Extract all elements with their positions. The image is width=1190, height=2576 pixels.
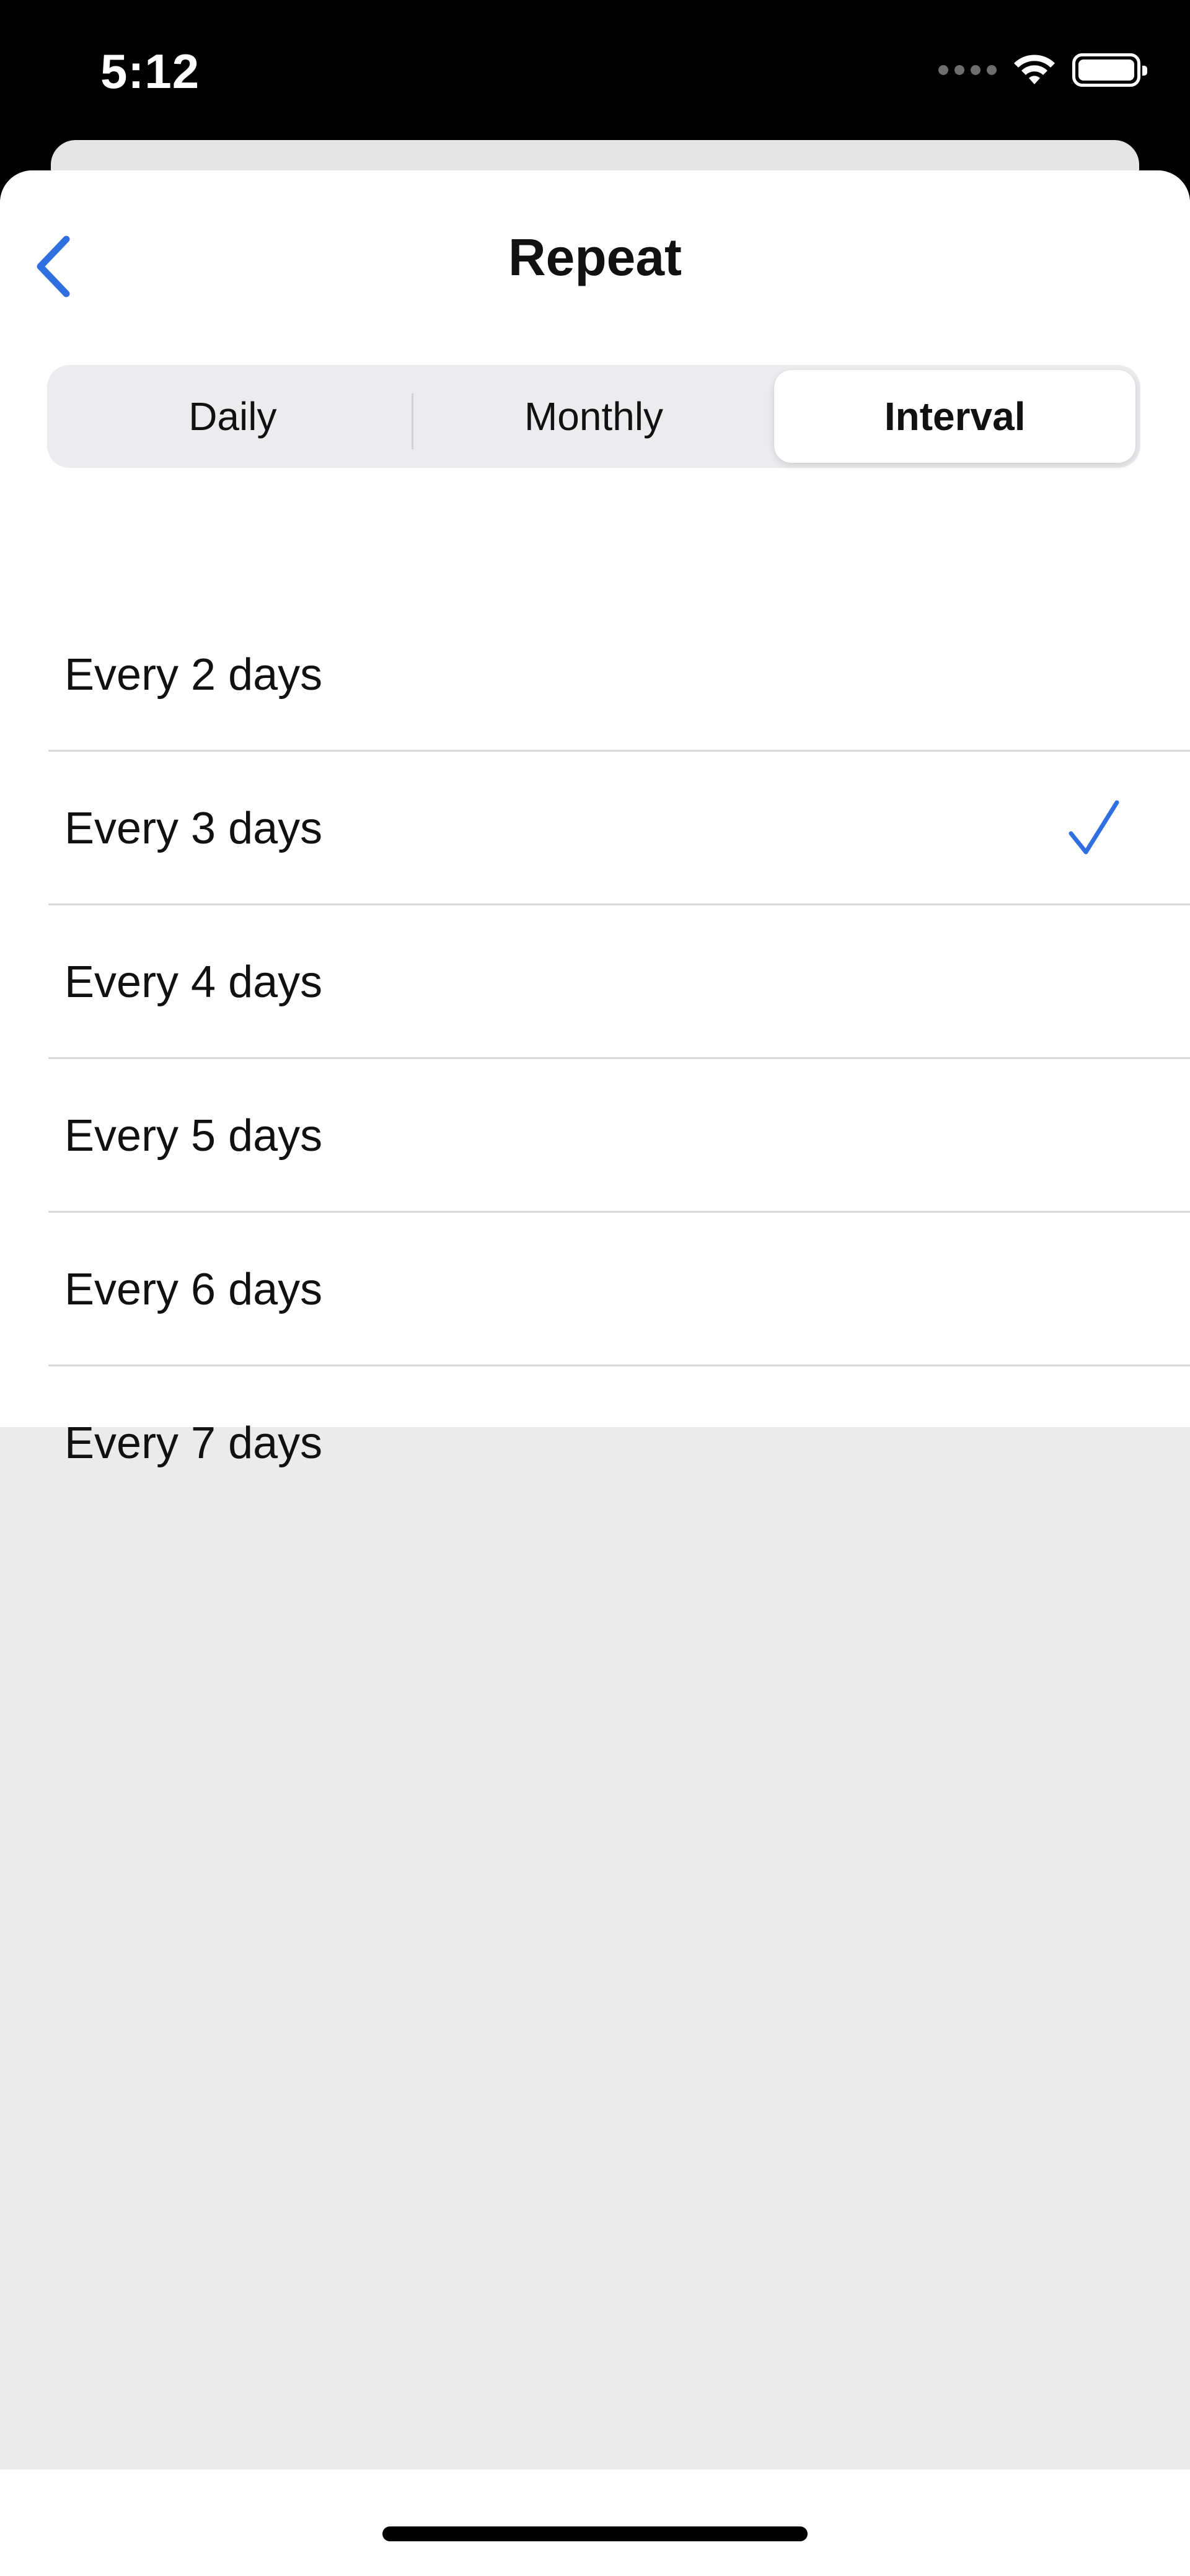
list-item-label: Every 4 days	[64, 957, 323, 1007]
screen: 5:12 Repeat Daily Monthly Interval Every…	[0, 0, 1190, 2576]
list-item-label: Every 7 days	[64, 1418, 323, 1468]
checkmark-icon	[1069, 800, 1119, 855]
list-item-label: Every 5 days	[64, 1111, 323, 1161]
list-item-every-4-days[interactable]: Every 4 days	[0, 905, 1190, 1059]
status-bar: 5:12	[0, 0, 1190, 143]
list-item-every-3-days[interactable]: Every 3 days	[0, 752, 1190, 905]
list-item-label: Every 6 days	[64, 1265, 323, 1314]
status-time: 5:12	[100, 44, 200, 99]
navigation-bar: Repeat	[0, 170, 1190, 350]
cellular-signal-icon	[938, 65, 997, 75]
segment-label: Interval	[884, 394, 1026, 439]
battery-icon	[1072, 53, 1147, 87]
segment-interval[interactable]: Interval	[774, 370, 1136, 463]
list-item-label: Every 3 days	[64, 804, 323, 853]
segment-label: Monthly	[524, 394, 664, 439]
home-indicator[interactable]	[382, 2526, 808, 2541]
segment-daily[interactable]: Daily	[52, 370, 413, 463]
interval-options-list: Every 2 days Every 3 days Every 4 days E…	[0, 598, 1190, 1520]
list-item-every-5-days[interactable]: Every 5 days	[0, 1059, 1190, 1213]
list-item-label: Every 2 days	[64, 650, 323, 700]
list-item-every-6-days[interactable]: Every 6 days	[0, 1213, 1190, 1366]
list-item-every-2-days[interactable]: Every 2 days	[0, 598, 1190, 752]
segment-label: Daily	[188, 394, 277, 439]
list-item-every-7-days[interactable]: Every 7 days	[0, 1366, 1190, 1520]
repeat-sheet: Repeat Daily Monthly Interval Every 2 da…	[0, 170, 1190, 2576]
segment-monthly[interactable]: Monthly	[413, 370, 775, 463]
repeat-type-segmented-control: Daily Monthly Interval	[47, 365, 1140, 468]
page-title: Repeat	[508, 228, 682, 286]
home-indicator-area	[0, 2469, 1190, 2576]
wifi-icon	[1014, 55, 1055, 84]
status-icons	[938, 53, 1147, 87]
